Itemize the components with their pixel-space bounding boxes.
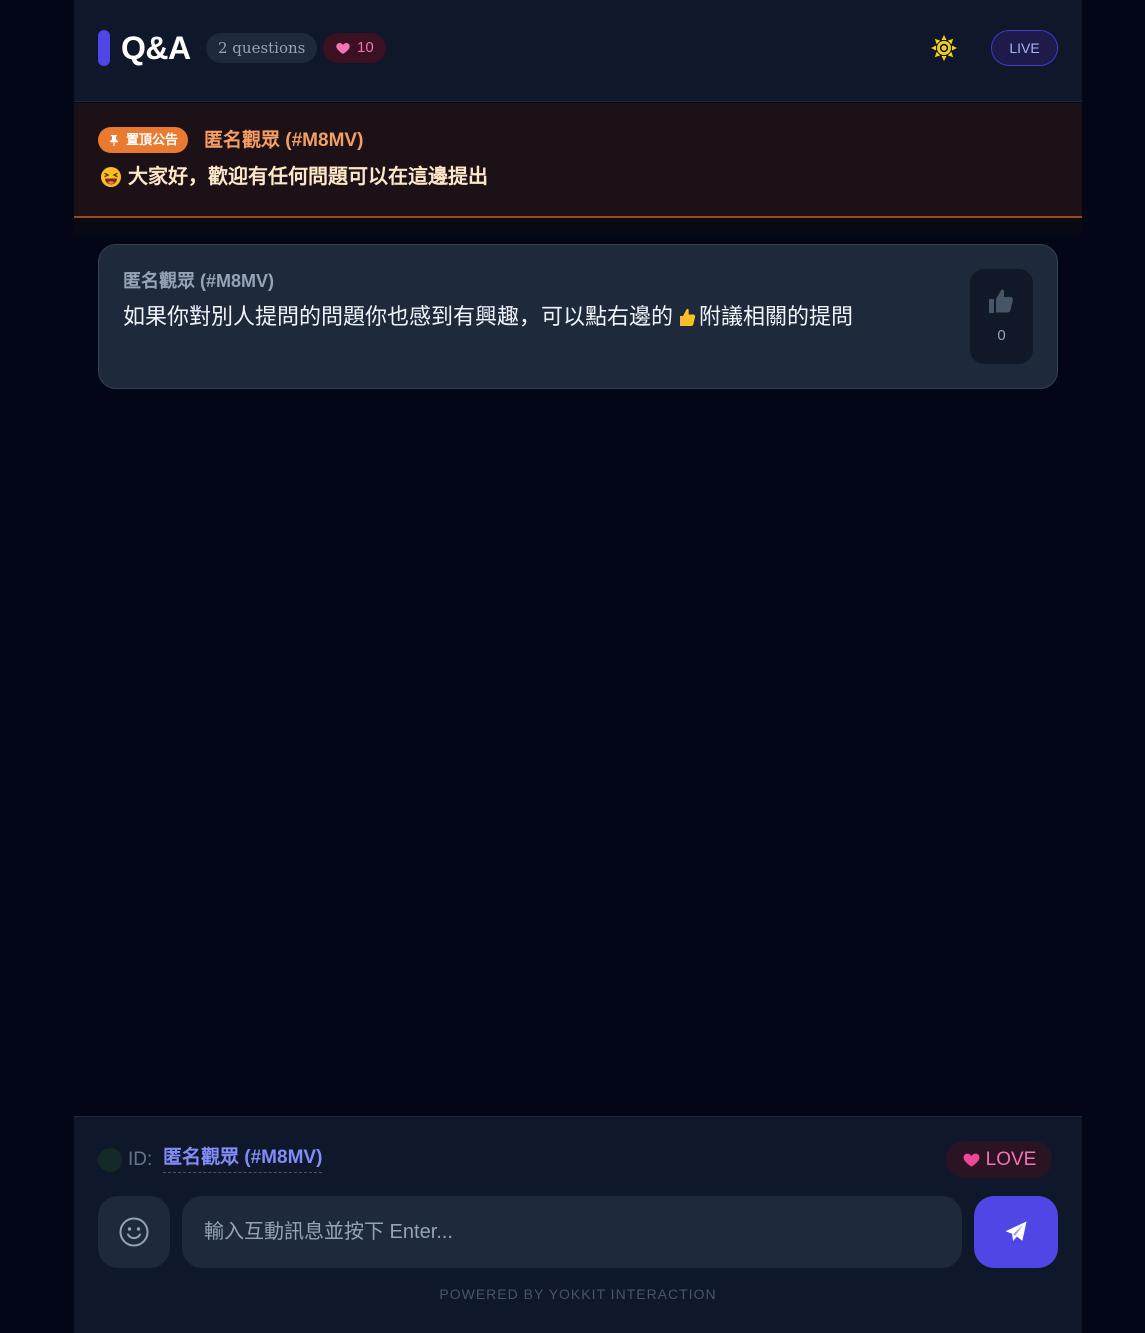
thumbs-up-emoji-icon [680,308,696,326]
id-label: ID: [128,1149,153,1170]
question-text-after: 附議相關的提問 [699,304,854,329]
sun-icon[interactable] [930,34,958,62]
question-card: 匿名觀眾 (#M8MV) 如果你對別人提問的問題你也感到有興趣，可以點右邊的 附… [98,244,1058,389]
laughing-face-emoji-icon [101,167,121,187]
question-count-badge: 2 questions [206,33,318,63]
connection-status-dot [98,1148,122,1172]
heart-icon [963,1153,980,1167]
pinned-message-text: 大家好，歡迎有任何問題可以在這邊提出 [128,166,488,188]
pinned-shadow [74,218,1082,242]
pinned-announcement: 置頂公告 匿名觀眾 (#M8MV) 大家好，歡迎有任何問題可以在這邊提出 [74,103,1082,218]
page-title: Q&A [121,30,191,66]
question-text-before: 如果你對別人提問的問題你也感到有興趣，可以點右邊的 [123,304,674,329]
live-badge: LIVE [991,30,1058,66]
love-button-label: LOVE [985,1148,1037,1170]
user-id-value[interactable]: 匿名觀眾 (#M8MV) [163,1145,323,1173]
footer-composer: ID: 匿名觀眾 (#M8MV) LOVE POWERED BY YOKKIT … [74,1116,1082,1333]
love-button[interactable]: LOVE [946,1141,1052,1178]
emoji-picker-button[interactable] [98,1196,170,1268]
likes-count: 10 [357,39,374,56]
upvote-button[interactable]: 0 [970,269,1033,364]
likes-badge: 10 [323,33,386,63]
title-accent-bar [98,30,110,66]
send-button[interactable] [974,1196,1058,1268]
question-text: 如果你對別人提問的問題你也感到有興趣，可以點右邊的 附議相關的提問 [123,301,853,333]
paper-plane-icon [1005,1221,1027,1241]
heart-icon [336,43,350,54]
powered-by-text: POWERED BY YOKKIT INTERACTION [439,1286,717,1302]
qa-app: Q&A 2 questions 10 LIVE 置頂公告 匿名觀眾 (#M8MV… [74,0,1082,1333]
pinned-tag: 置頂公告 [98,127,189,153]
header: Q&A 2 questions 10 LIVE [74,0,1082,102]
smiley-icon [119,1217,149,1247]
vote-count: 0 [997,327,1006,344]
thumbs-up-icon [989,289,1013,313]
message-input[interactable] [182,1196,962,1268]
pin-icon [110,135,118,146]
pinned-tag-label: 置頂公告 [126,132,179,147]
pinned-message-row: 大家好，歡迎有任何問題可以在這邊提出 [100,163,488,191]
pinned-author: 匿名觀眾 (#M8MV) [204,130,364,151]
question-author: 匿名觀眾 (#M8MV) [123,271,275,291]
